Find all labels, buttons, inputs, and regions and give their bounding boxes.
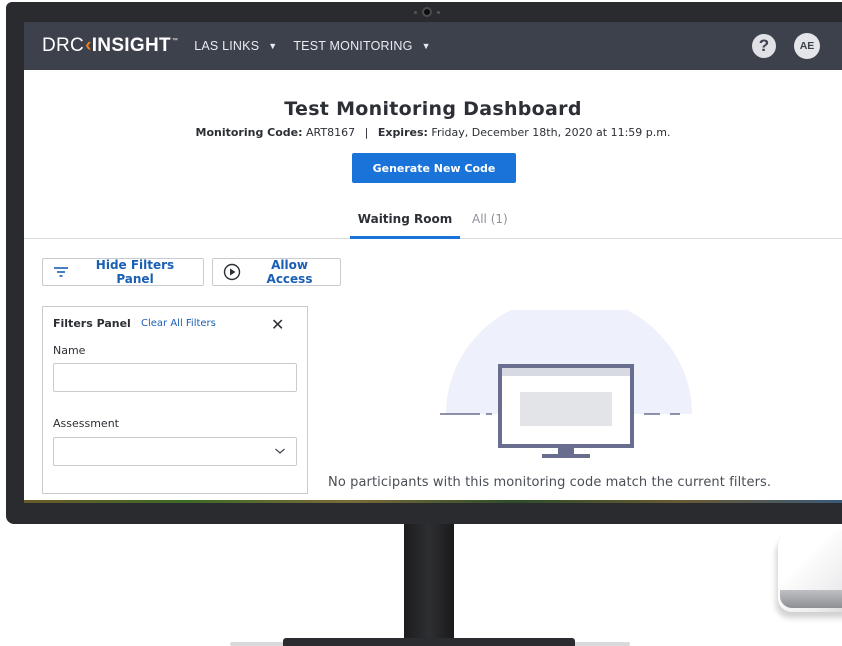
logo-trademark: ™ (171, 38, 179, 44)
nav-las-links[interactable]: LAS LINKS ▼ (194, 39, 277, 53)
monitor-stand (404, 524, 454, 640)
nav-las-links-label: LAS LINKS (194, 39, 260, 53)
close-icon[interactable]: ✕ (271, 315, 284, 334)
question-circle-icon[interactable]: ? (752, 34, 776, 58)
allow-access-label: Allow Access (266, 258, 313, 286)
user-avatar[interactable]: AE (794, 33, 820, 59)
nav-test-monitoring-label: TEST MONITORING (293, 39, 413, 53)
webcam-icon (422, 7, 432, 17)
side-device-edge (780, 590, 842, 608)
code-label: Monitoring Code: (195, 126, 303, 139)
logo-chevron-icon: ‹ (85, 35, 92, 56)
filter-lines-icon (54, 267, 68, 277)
screen-edge-strip (24, 500, 842, 503)
camera-dot (437, 11, 440, 14)
caret-down-icon: ▼ (268, 41, 278, 51)
monitor-illustration (440, 310, 692, 458)
chevron-down-icon (275, 448, 285, 454)
generate-new-code-button[interactable]: Generate New Code (352, 153, 516, 183)
code-value: ART8167 (306, 126, 356, 139)
top-navbar: DRC ‹ INSIGHT ™ LAS LINKS ▼ TEST MONITORING… (24, 22, 842, 70)
screen: DRC ‹ INSIGHT ™ LAS LINKS ▼ TEST MONITORING… (24, 22, 842, 502)
expires-label: Expires: (377, 126, 428, 139)
filters-panel: Filters Panel Clear All Filters ✕ Name A… (42, 306, 308, 494)
assessment-label: Assessment (53, 417, 119, 430)
page-title: Test Monitoring Dashboard (284, 98, 582, 120)
assessment-select[interactable] (53, 437, 297, 466)
allow-access-button[interactable]: Allow Access (212, 258, 341, 286)
clear-all-filters-link[interactable]: Clear All Filters (141, 318, 216, 329)
filters-panel-title: Filters Panel (53, 317, 131, 330)
play-circle-icon (223, 263, 241, 281)
logo-name: INSIGHT (91, 35, 171, 56)
tab-bar: Waiting Room All (1) (24, 212, 842, 239)
expires-value: Friday, December 18th, 2020 at 11:59 p.m… (431, 126, 671, 139)
tab-waiting-room[interactable]: Waiting Room (350, 212, 460, 239)
separator: | (364, 126, 369, 139)
hide-filters-panel-button[interactable]: Hide Filters Panel (42, 258, 204, 286)
monitoring-code-line: Monitoring Code: ART8167 | Expires: Frid… (24, 126, 842, 139)
drc-insight-logo[interactable]: DRC ‹ INSIGHT ™ (42, 35, 178, 57)
nav-right: ? AE (752, 33, 820, 59)
nav-test-monitoring[interactable]: TEST MONITORING ▼ (293, 39, 430, 53)
hide-filters-label: Hide Filters Panel (95, 258, 175, 286)
caret-down-icon: ▼ (421, 41, 431, 51)
camera-dot (414, 11, 417, 14)
name-input[interactable] (53, 363, 297, 392)
logo-prefix: DRC (42, 35, 85, 56)
tab-all[interactable]: All (1) (472, 212, 508, 226)
empty-state-message: No participants with this monitoring cod… (328, 475, 772, 490)
monitor-stand-base (283, 638, 575, 646)
name-label: Name (53, 344, 86, 357)
